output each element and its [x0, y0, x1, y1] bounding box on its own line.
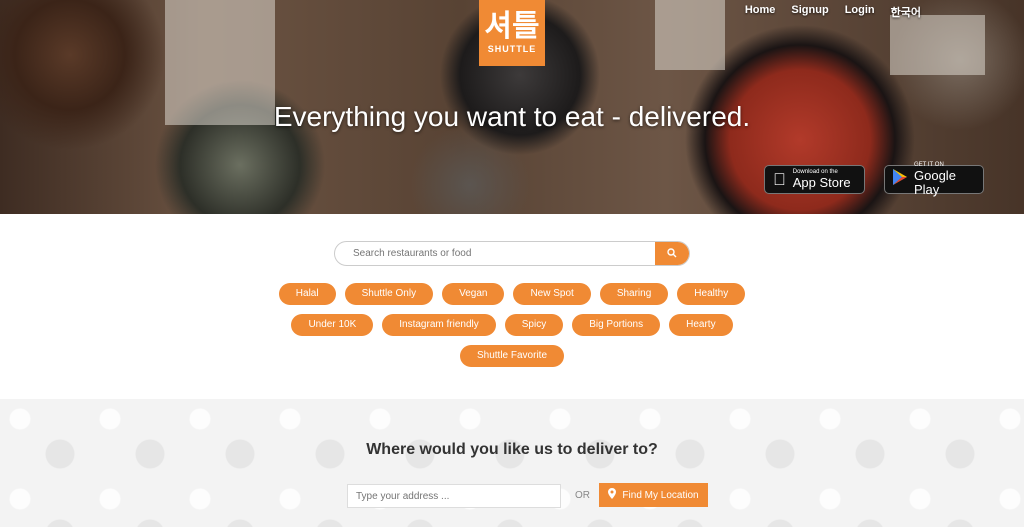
shuttle-logo[interactable]: 셔틀 SHUTTLE — [479, 0, 545, 66]
google-play-big-text: Google Play — [914, 168, 956, 197]
tag-sharing[interactable]: Sharing — [599, 283, 669, 305]
play-icon — [893, 169, 907, 190]
tag-row: Halal Shuttle Only Vegan New Spot Sharin… — [0, 283, 1024, 305]
find-my-location-label: Find My Location — [622, 489, 699, 501]
hero-background-detail — [890, 15, 985, 75]
google-play-badge[interactable]: GET IT ON Google Play — [884, 162, 984, 197]
hero-tagline: Everything you want to eat - delivered. — [273, 101, 751, 132]
tag-halal[interactable]: Halal — [278, 283, 336, 305]
tag-vegan[interactable]: Vegan — [442, 283, 505, 305]
tag-healthy[interactable]: Healthy — [677, 283, 746, 305]
find-my-location-button[interactable]: Find My Location — [599, 483, 708, 507]
hero-banner: 셔틀 SHUTTLE Home Signup Login 한국어 Everyth… — [0, 0, 1024, 214]
search-button[interactable] — [655, 242, 689, 265]
tag-row: Under 10K Instagram friendly Spicy Big P… — [0, 314, 1024, 336]
nav-language-link[interactable]: 한국어 — [891, 4, 921, 20]
map-pin-icon — [608, 488, 617, 502]
hero-background-detail — [655, 0, 725, 70]
tag-under-10k[interactable]: Under 10K — [291, 314, 374, 336]
address-input[interactable] — [348, 485, 576, 507]
logo-english-text: SHUTTLE — [487, 44, 537, 54]
app-store-badge[interactable]:  Download on the App Store — [764, 165, 865, 194]
search-input[interactable] — [335, 242, 655, 265]
delivery-heading: Where would you like us to deliver to? — [366, 441, 658, 458]
or-separator: OR — [575, 490, 590, 501]
tag-shuttle-favorite[interactable]: Shuttle Favorite — [459, 345, 565, 367]
tag-shuttle-only[interactable]: Shuttle Only — [344, 283, 434, 305]
tag-new-spot[interactable]: New Spot — [513, 283, 591, 305]
apple-icon:  — [773, 170, 786, 190]
address-field-wrapper — [347, 484, 576, 508]
food-tags: Halal Shuttle Only Vegan New Spot Sharin… — [0, 283, 1024, 376]
nav-signup-link[interactable]: Signup — [791, 4, 828, 20]
tag-row: Shuttle Favorite — [0, 345, 1024, 367]
tag-hearty[interactable]: Hearty — [669, 314, 733, 336]
search-bar — [334, 241, 690, 266]
nav-home-link[interactable]: Home — [745, 4, 776, 20]
nav-login-link[interactable]: Login — [845, 4, 875, 20]
logo-korean-text: 셔틀 — [484, 9, 540, 44]
top-nav: Home Signup Login 한국어 — [745, 4, 921, 20]
search-icon — [667, 247, 677, 261]
app-store-big-text: App Store — [780, 175, 851, 190]
tag-instagram-friendly[interactable]: Instagram friendly — [382, 314, 496, 336]
tag-big-portions[interactable]: Big Portions — [572, 314, 661, 336]
tag-spicy[interactable]: Spicy — [504, 314, 564, 336]
